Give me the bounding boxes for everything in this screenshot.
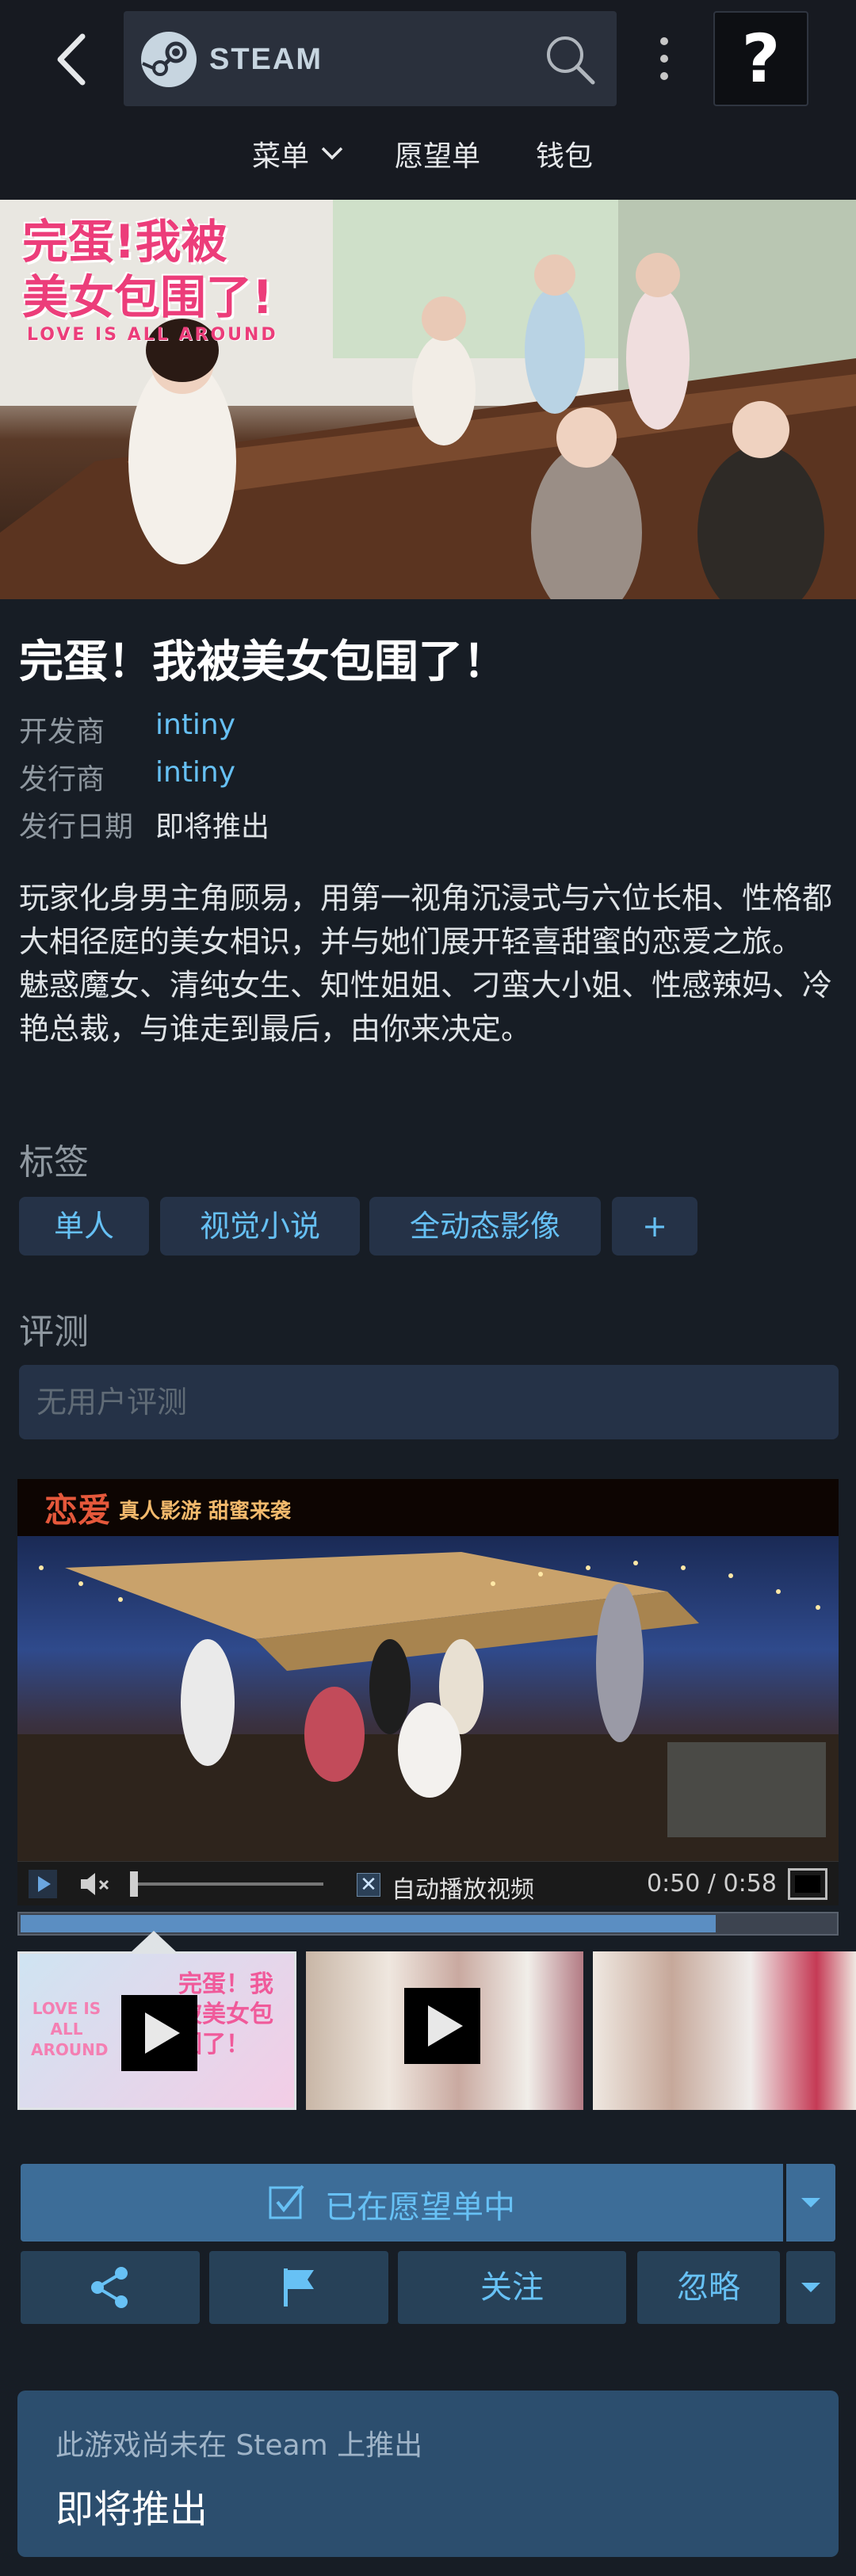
developer-label: 开发商	[19, 716, 105, 748]
reviews-heading: 评测	[19, 1312, 89, 1352]
search-icon[interactable]	[544, 33, 596, 86]
publisher-label: 发行商	[19, 763, 105, 796]
autoplay-checkbox[interactable]: ✕	[357, 1873, 380, 1897]
flag-icon	[284, 2268, 314, 2307]
follow-button[interactable]: 关注	[398, 2251, 626, 2324]
checkbox-checked-icon	[269, 2184, 304, 2219]
coming-soon-label: 即将推出	[55, 2487, 208, 2532]
autoplay-label: 自动播放视频	[392, 1876, 534, 1904]
ignore-button[interactable]: 忽略	[637, 2251, 780, 2324]
release-date-label: 发行日期	[19, 811, 134, 843]
header-title-line2: 美女包围了!	[22, 270, 273, 324]
chevron-down-icon[interactable]	[319, 140, 346, 166]
steam-wordmark: STEAM	[209, 43, 323, 76]
thumb1-subtitle: LOVE IS ALL AROUND	[31, 1999, 109, 2059]
wishlist-button[interactable]: 已在愿望单中	[21, 2164, 783, 2242]
tag-visual-novel[interactable]: 视觉小说	[160, 1197, 360, 1256]
share-button[interactable]	[21, 2251, 200, 2324]
video-banner-tagline: 真人影游 甜蜜来袭	[119, 1500, 292, 1523]
tag-more-button[interactable]: +	[612, 1197, 697, 1256]
video-scene	[17, 1552, 839, 1861]
video-frame	[17, 1536, 839, 1861]
media-thumbnail-1[interactable]: LOVE IS ALL AROUND 完蛋！我被美女包围了！	[17, 1951, 296, 2110]
play-button[interactable]	[29, 1870, 57, 1898]
media-thumbnail-2[interactable]	[306, 1951, 583, 2110]
volume-muted-icon[interactable]	[78, 1870, 114, 1898]
fullscreen-icon[interactable]	[788, 1868, 827, 1900]
tag-single-player[interactable]: 单人	[19, 1197, 149, 1256]
share-icon	[91, 2267, 128, 2308]
wishlist-link[interactable]: 愿望单	[395, 133, 480, 174]
video-time: 0:50 / 0:58	[647, 1870, 777, 1898]
video-banner-title: 恋爱	[44, 1491, 112, 1530]
release-date-value: 即将推出	[155, 811, 270, 843]
not-released-note: 此游戏尚未在 Steam 上推出	[55, 2429, 423, 2462]
thumbnail-play-icon	[404, 1988, 480, 2064]
wishlist-label: 已在愿望单中	[325, 2189, 515, 2226]
play-icon	[38, 1876, 51, 1892]
ignore-dropdown-button[interactable]	[786, 2251, 835, 2324]
more-options-icon[interactable]	[648, 33, 680, 84]
steam-logo-icon	[141, 32, 197, 87]
help-button[interactable]: ?	[713, 11, 808, 106]
developer-link[interactable]: intiny	[155, 709, 235, 741]
header-title-art: 完蛋!我被 美女包围了!	[22, 214, 273, 325]
media-strip-scroll-thumb[interactable]	[21, 1915, 717, 1932]
media-thumbnail-3[interactable]	[593, 1951, 856, 2110]
game-title: 完蛋！我被美女包围了！	[19, 636, 507, 688]
search-bar[interactable]: STEAM	[124, 11, 617, 106]
tags-heading: 标签	[19, 1142, 89, 1183]
header-subtitle: LOVE IS ALL AROUND	[27, 325, 278, 345]
thumbnail-play-icon	[121, 1995, 197, 2071]
dropdown-arrow-icon	[801, 2198, 820, 2207]
header-title-line1: 完蛋!我被	[22, 215, 227, 269]
game-header-image: 完蛋!我被 美女包围了! LOVE IS ALL AROUND	[0, 200, 856, 599]
video-controls: ✕ 自动播放视频 0:50 / 0:58	[17, 1861, 839, 1905]
video-banner: 恋爱 真人影游 甜蜜来袭	[17, 1479, 839, 1536]
report-button[interactable]	[209, 2251, 388, 2324]
tag-fmv[interactable]: 全动态影像	[369, 1197, 601, 1256]
game-description: 玩家化身男主角顾易，用第一视角沉浸式与六位长相、性格都大相径庭的美女相识，并与她…	[19, 881, 833, 1046]
not-released-panel: 此游戏尚未在 Steam 上推出 即将推出	[17, 2391, 839, 2557]
wishlist-dropdown-button[interactable]	[786, 2164, 835, 2242]
wallet-link[interactable]: 钱包	[536, 133, 593, 174]
publisher-link[interactable]: intiny	[155, 756, 235, 789]
reviews-empty-box: 无用户评测	[19, 1365, 839, 1439]
dropdown-arrow-icon	[801, 2283, 820, 2292]
top-bar: STEAM ? 菜单 愿望单 钱包	[0, 0, 856, 200]
selected-thumbnail-pointer	[130, 1931, 178, 1953]
volume-slider-handle[interactable]	[130, 1871, 138, 1897]
menu-link[interactable]: 菜单	[252, 133, 309, 174]
back-arrow-icon[interactable]	[44, 32, 100, 87]
volume-slider[interactable]	[133, 1882, 323, 1886]
video-player[interactable]: 恋爱 真人影游 甜蜜来袭	[17, 1479, 839, 1861]
